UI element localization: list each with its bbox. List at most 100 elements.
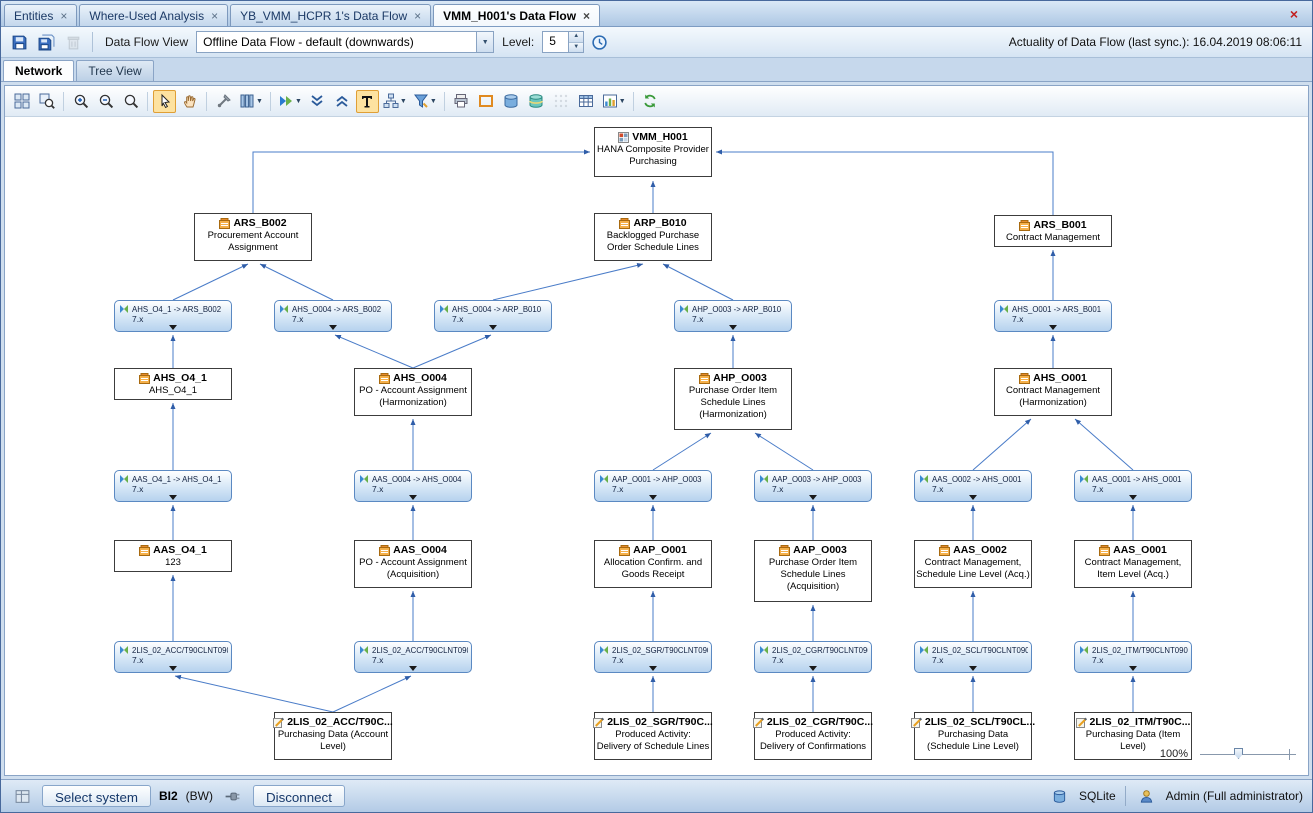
navigate-icon[interactable]: ▼: [276, 90, 304, 113]
tab-close-icon[interactable]: ×: [583, 11, 590, 21]
collapse-triangle-icon[interactable]: [169, 325, 177, 330]
fit-window-icon[interactable]: [35, 90, 58, 113]
adso-node-aas-o4-1[interactable]: AAS_O4_1123: [114, 540, 232, 572]
transformation-node-aap-o001-ahp-o003[interactable]: AAP_O001 -> AHP_O0037.x: [594, 470, 712, 502]
transformation-node-ahs-o004-arp-b010[interactable]: AHS_O004 -> ARP_B0107.x: [434, 300, 552, 332]
tab-close-icon[interactable]: ×: [211, 11, 218, 21]
view-tab-network[interactable]: Network: [3, 60, 74, 81]
transformation-node-aas-o001-ahs-o001[interactable]: AAS_O001 -> AHS_O0017.x: [1074, 470, 1192, 502]
transformation-node-aap-o003-ahp-o003[interactable]: AAP_O003 -> AHP_O0037.x: [754, 470, 872, 502]
frame-icon[interactable]: [475, 90, 498, 113]
report-icon[interactable]: ▼: [600, 90, 628, 113]
datasource-node-ds-scl[interactable]: 2LIS_02_SCL/T90CL...Purchasing Data(Sche…: [914, 712, 1032, 760]
adso-node-ahs-o004[interactable]: AHS_O004PO - Account Assignment(Harmoniz…: [354, 368, 472, 416]
zoom-in-icon[interactable]: [69, 90, 92, 113]
layout-icon[interactable]: ▼: [237, 90, 265, 113]
pan-tool-icon[interactable]: [178, 90, 201, 113]
datasource-node-ds-acc[interactable]: 2LIS_02_ACC/T90C...Purchasing Data (Acco…: [274, 712, 392, 760]
zoom-out-icon[interactable]: [94, 90, 117, 113]
adso-node-aap-o003[interactable]: AAP_O003Purchase Order ItemSchedule Line…: [754, 540, 872, 602]
adso-node-ahs-o001[interactable]: AHS_O001Contract Management(Harmonizatio…: [994, 368, 1112, 416]
print-icon[interactable]: [450, 90, 473, 113]
zoom-slider-thumb[interactable]: [1234, 748, 1243, 759]
hcpr-node-vmm-h001[interactable]: VMM_H001HANA Composite ProviderPurchasin…: [594, 127, 712, 177]
collapse-triangle-icon[interactable]: [329, 325, 337, 330]
overview-icon[interactable]: [10, 90, 33, 113]
zoom-slider[interactable]: [1200, 747, 1296, 761]
select-system-button[interactable]: Select system: [42, 785, 151, 807]
collapse-triangle-icon[interactable]: [969, 666, 977, 671]
transformation-node-ahp-o003-arp-b010[interactable]: AHP_O003 -> ARP_B0107.x: [674, 300, 792, 332]
tab-where-used-analysis[interactable]: Where-Used Analysis×: [79, 4, 228, 26]
collapse-triangle-icon[interactable]: [1129, 666, 1137, 671]
transformation-node-ahs-o004-ars-b002[interactable]: AHS_O004 -> ARS_B0027.x: [274, 300, 392, 332]
collapse-triangle-icon[interactable]: [649, 666, 657, 671]
collapse-triangle-icon[interactable]: [969, 495, 977, 500]
sync-status-icon[interactable]: [587, 30, 611, 54]
chevron-down-icon[interactable]: ▼: [400, 98, 407, 105]
close-all-tabs-icon[interactable]: ×: [1282, 6, 1306, 24]
collapse-all-icon[interactable]: [331, 90, 354, 113]
pointer-tool-icon[interactable]: [153, 90, 176, 113]
transformation-node-2lis-02-acc-t90clnt090[interactable]: 2LIS_02_ACC/T90CLNT090 ->...7.x: [114, 641, 232, 673]
transformation-node-2lis-02-cgr-t90clnt090[interactable]: 2LIS_02_CGR/T90CLNT090 ->...7.x: [754, 641, 872, 673]
transformation-node-2lis-02-sgr-t90clnt090[interactable]: 2LIS_02_SGR/T90CLNT090 ->...7.x: [594, 641, 712, 673]
zoom-normal-icon[interactable]: [119, 90, 142, 113]
collapse-triangle-icon[interactable]: [1049, 325, 1057, 330]
chevron-down-icon[interactable]: ▼: [256, 98, 263, 105]
chevron-down-icon[interactable]: ▼: [295, 98, 302, 105]
data-flow-canvas[interactable]: VMM_H001HANA Composite ProviderPurchasin…: [5, 117, 1308, 775]
collapse-triangle-icon[interactable]: [809, 495, 817, 500]
transformation-node-2lis-02-itm-t90clnt090[interactable]: 2LIS_02_ITM/T90CLNT090 ->...7.x: [1074, 641, 1192, 673]
expand-all-icon[interactable]: [306, 90, 329, 113]
tab-close-icon[interactable]: ×: [60, 11, 67, 21]
layers-teal-icon[interactable]: [525, 90, 548, 113]
hierarchy-icon[interactable]: ▼: [381, 90, 409, 113]
collapse-triangle-icon[interactable]: [489, 325, 497, 330]
save-icon[interactable]: [7, 30, 31, 54]
tab-vmm-h001-s-data-flow[interactable]: VMM_H001's Data Flow×: [433, 4, 600, 26]
text-tool-icon[interactable]: [356, 90, 379, 113]
adso-node-ahp-o003[interactable]: AHP_O003Purchase Order ItemSchedule Line…: [674, 368, 792, 430]
adso-node-aas-o001[interactable]: AAS_O001Contract Management,Item Level (…: [1074, 540, 1192, 588]
level-stepper[interactable]: 5 ▲ ▼: [542, 31, 584, 53]
transformation-node-aas-o4-1-ahs-o4-1[interactable]: AAS_O4_1 -> AHS_O4_17.x: [114, 470, 232, 502]
adso-node-ars-b001[interactable]: ARS_B001Contract Management: [994, 215, 1112, 247]
tools-icon[interactable]: [212, 90, 235, 113]
view-tab-tree-view[interactable]: Tree View: [76, 60, 153, 81]
adso-node-arp-b010[interactable]: ARP_B010Backlogged PurchaseOrder Schedul…: [594, 213, 712, 261]
datasource-node-ds-sgr[interactable]: 2LIS_02_SGR/T90C...Produced Activity:Del…: [594, 712, 712, 760]
collapse-triangle-icon[interactable]: [809, 666, 817, 671]
collapse-triangle-icon[interactable]: [169, 666, 177, 671]
collapse-triangle-icon[interactable]: [729, 325, 737, 330]
transformation-node-ahs-o4-1-ars-b002[interactable]: AHS_O4_1 -> ARS_B0027.x: [114, 300, 232, 332]
data-flow-select[interactable]: Offline Data Flow - default (downwards) …: [196, 31, 494, 53]
refresh-icon[interactable]: [639, 90, 662, 113]
adso-node-ahs-o4-1[interactable]: AHS_O4_1AHS_O4_1: [114, 368, 232, 400]
chevron-down-icon[interactable]: ▼: [476, 32, 493, 52]
collapse-triangle-icon[interactable]: [409, 666, 417, 671]
disconnect-button[interactable]: Disconnect: [253, 785, 345, 807]
table-icon[interactable]: [575, 90, 598, 113]
transformation-node-ahs-o001-ars-b001[interactable]: AHS_O001 -> ARS_B0017.x: [994, 300, 1112, 332]
system-list-icon[interactable]: [10, 784, 34, 808]
chevron-down-icon[interactable]: ▼: [619, 98, 626, 105]
collapse-triangle-icon[interactable]: [169, 495, 177, 500]
adso-node-aas-o002[interactable]: AAS_O002Contract Management,Schedule Lin…: [914, 540, 1032, 588]
collapse-triangle-icon[interactable]: [409, 495, 417, 500]
spin-up-icon[interactable]: ▲: [569, 32, 583, 43]
chevron-down-icon[interactable]: ▼: [430, 98, 437, 105]
tab-entities[interactable]: Entities×: [4, 4, 77, 26]
transformation-node-2lis-02-scl-t90clnt090[interactable]: 2LIS_02_SCL/T90CLNT090 ->...7.x: [914, 641, 1032, 673]
transformation-node-2lis-02-acc-t90clnt090[interactable]: 2LIS_02_ACC/T90CLNT090 ->...7.x: [354, 641, 472, 673]
layers-blue-icon[interactable]: [500, 90, 523, 113]
adso-node-aap-o001[interactable]: AAP_O001Allocation Confirm. andGoods Rec…: [594, 540, 712, 588]
tab-close-icon[interactable]: ×: [414, 11, 421, 21]
transformation-node-aas-o004-ahs-o004[interactable]: AAS_O004 -> AHS_O0047.x: [354, 470, 472, 502]
collapse-triangle-icon[interactable]: [649, 495, 657, 500]
collapse-triangle-icon[interactable]: [1129, 495, 1137, 500]
datasource-node-ds-cgr[interactable]: 2LIS_02_CGR/T90C...Produced Activity:Del…: [754, 712, 872, 760]
save-all-icon[interactable]: [34, 30, 58, 54]
transformation-node-aas-o002-ahs-o001[interactable]: AAS_O002 -> AHS_O0017.x: [914, 470, 1032, 502]
tab-yb-vmm-hcpr-1-s-data-flow[interactable]: YB_VMM_HCPR 1's Data Flow×: [230, 4, 431, 26]
